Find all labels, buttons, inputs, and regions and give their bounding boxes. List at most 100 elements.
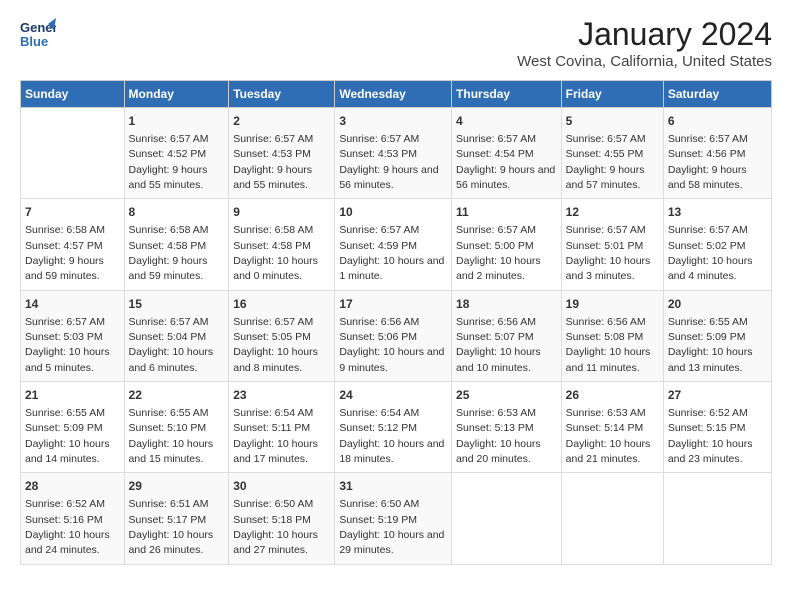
table-row: 26Sunrise: 6:53 AMSunset: 5:14 PMDayligh… [561,382,663,473]
sunrise-text: Sunrise: 6:54 AM [233,407,313,419]
table-row: 2Sunrise: 6:57 AMSunset: 4:53 PMDaylight… [229,108,335,199]
daylight-text: Daylight: 10 hours and 6 minutes. [129,346,214,373]
table-row: 10Sunrise: 6:57 AMSunset: 4:59 PMDayligh… [335,199,452,290]
sunset-text: Sunset: 5:09 PM [668,331,746,343]
day-number: 8 [129,204,225,221]
daylight-text: Daylight: 10 hours and 27 minutes. [233,529,318,556]
table-row: 1Sunrise: 6:57 AMSunset: 4:52 PMDaylight… [124,108,229,199]
sunrise-text: Sunrise: 6:50 AM [339,498,419,510]
sunrise-text: Sunrise: 6:52 AM [668,407,748,419]
sunrise-text: Sunrise: 6:57 AM [456,224,536,236]
daylight-text: Daylight: 10 hours and 17 minutes. [233,438,318,465]
sunset-text: Sunset: 4:56 PM [668,148,746,160]
table-row: 8Sunrise: 6:58 AMSunset: 4:58 PMDaylight… [124,199,229,290]
sunrise-text: Sunrise: 6:57 AM [339,224,419,236]
sunrise-text: Sunrise: 6:55 AM [129,407,209,419]
daylight-text: Daylight: 10 hours and 8 minutes. [233,346,318,373]
sunset-text: Sunset: 5:11 PM [233,422,310,434]
day-number: 30 [233,478,330,495]
table-row [452,473,562,564]
day-number: 6 [668,113,767,130]
sunrise-text: Sunrise: 6:55 AM [25,407,105,419]
sunset-text: Sunset: 5:07 PM [456,331,534,343]
sunset-text: Sunset: 4:52 PM [129,148,207,160]
daylight-text: Daylight: 10 hours and 9 minutes. [339,346,444,373]
header-saturday: Saturday [663,81,771,108]
sunset-text: Sunset: 4:55 PM [566,148,644,160]
sunrise-text: Sunrise: 6:58 AM [25,224,105,236]
daylight-text: Daylight: 10 hours and 24 minutes. [25,529,110,556]
calendar-table: Sunday Monday Tuesday Wednesday Thursday… [20,80,772,565]
day-number: 13 [668,204,767,221]
table-row: 16 Sunrise: 6:57 AM Sunset: 5:05 PM Dayligh… [229,290,335,381]
sunrise-text: Sunrise: 6:56 AM [339,316,419,328]
table-row: 4Sunrise: 6:57 AMSunset: 4:54 PMDaylight… [452,108,562,199]
sunset-text: Sunset: 5:08 PM [566,331,644,343]
sunrise-text: Sunrise: 6:57 AM [233,316,313,328]
sunset-text: Sunset: 4:58 PM [233,240,311,252]
sunset-text: Sunset: 5:14 PM [566,422,644,434]
day-number: 5 [566,113,659,130]
table-row [663,473,771,564]
daylight-text: Daylight: 10 hours and 4 minutes. [668,255,753,282]
table-row: 25Sunrise: 6:53 AMSunset: 5:13 PMDayligh… [452,382,562,473]
calendar-header-row: Sunday Monday Tuesday Wednesday Thursday… [21,81,772,108]
sunrise-text: Sunrise: 6:57 AM [233,133,313,145]
sunset-text: Sunset: 5:05 PM [233,331,311,343]
day-number: 31 [339,478,447,495]
day-number: 15 [129,296,225,313]
day-number: 16 [233,296,330,313]
sunrise-text: Sunrise: 6:54 AM [339,407,419,419]
day-number: 3 [339,113,447,130]
table-row: 21Sunrise: 6:55 AMSunset: 5:09 PMDayligh… [21,382,125,473]
table-row: 20Sunrise: 6:55 AMSunset: 5:09 PMDayligh… [663,290,771,381]
logo: General Blue General Blue [20,16,56,52]
daylight-text: Daylight: 10 hours and 5 minutes. [25,346,110,373]
page-title: January 2024 [517,16,772,53]
table-row: 7Sunrise: 6:58 AMSunset: 4:57 PMDaylight… [21,199,125,290]
table-row: 27Sunrise: 6:52 AMSunset: 5:15 PMDayligh… [663,382,771,473]
header-friday: Friday [561,81,663,108]
sunset-text: Sunset: 5:19 PM [339,514,417,526]
table-row: 23 Sunrise: 6:54 AM Sunset: 5:11 PM Dayligh… [229,382,335,473]
table-row: 9Sunrise: 6:58 AMSunset: 4:58 PMDaylight… [229,199,335,290]
svg-text:Blue: Blue [20,34,48,49]
day-number: 25 [456,387,557,404]
table-row: 31Sunrise: 6:50 AMSunset: 5:19 PMDayligh… [335,473,452,564]
day-number: 23 [233,387,330,404]
daylight-text: Daylight: 10 hours and 11 minutes. [566,346,651,373]
daylight-text: Daylight: 10 hours and 1 minute. [339,255,444,282]
table-row: 30Sunrise: 6:50 AMSunset: 5:18 PMDayligh… [229,473,335,564]
day-number: 28 [25,478,120,495]
sunrise-text: Sunrise: 6:56 AM [456,316,536,328]
table-row: 17Sunrise: 6:56 AMSunset: 5:06 PMDayligh… [335,290,452,381]
sunrise-text: Sunrise: 6:53 AM [566,407,646,419]
header-monday: Monday [124,81,229,108]
daylight-text: Daylight: 10 hours and 20 minutes. [456,438,541,465]
sunset-text: Sunset: 5:01 PM [566,240,644,252]
daylight-text: Daylight: 9 hours and 56 minutes. [339,164,438,191]
table-row: 28Sunrise: 6:52 AMSunset: 5:16 PMDayligh… [21,473,125,564]
sunrise-text: Sunrise: 6:57 AM [129,133,209,145]
daylight-text: Daylight: 9 hours and 55 minutes. [233,164,312,191]
table-row: 14Sunrise: 6:57 AMSunset: 5:03 PMDayligh… [21,290,125,381]
header-tuesday: Tuesday [229,81,335,108]
daylight-text: Daylight: 10 hours and 2 minutes. [456,255,541,282]
sunset-text: Sunset: 5:03 PM [25,331,103,343]
table-row: 6Sunrise: 6:57 AMSunset: 4:56 PMDaylight… [663,108,771,199]
day-number: 21 [25,387,120,404]
calendar-week-row: 14Sunrise: 6:57 AMSunset: 5:03 PMDayligh… [21,290,772,381]
logo-icon: General Blue [20,16,56,52]
sunrise-text: Sunrise: 6:57 AM [129,316,209,328]
day-number: 4 [456,113,557,130]
day-number: 17 [339,296,447,313]
header-thursday: Thursday [452,81,562,108]
daylight-text: Daylight: 10 hours and 26 minutes. [129,529,214,556]
calendar-week-row: 7Sunrise: 6:58 AMSunset: 4:57 PMDaylight… [21,199,772,290]
day-number: 22 [129,387,225,404]
daylight-text: Daylight: 10 hours and 14 minutes. [25,438,110,465]
table-row: 18Sunrise: 6:56 AMSunset: 5:07 PMDayligh… [452,290,562,381]
day-number: 11 [456,204,557,221]
table-row: 15Sunrise: 6:57 AMSunset: 5:04 PMDayligh… [124,290,229,381]
sunrise-text: Sunrise: 6:57 AM [566,133,646,145]
